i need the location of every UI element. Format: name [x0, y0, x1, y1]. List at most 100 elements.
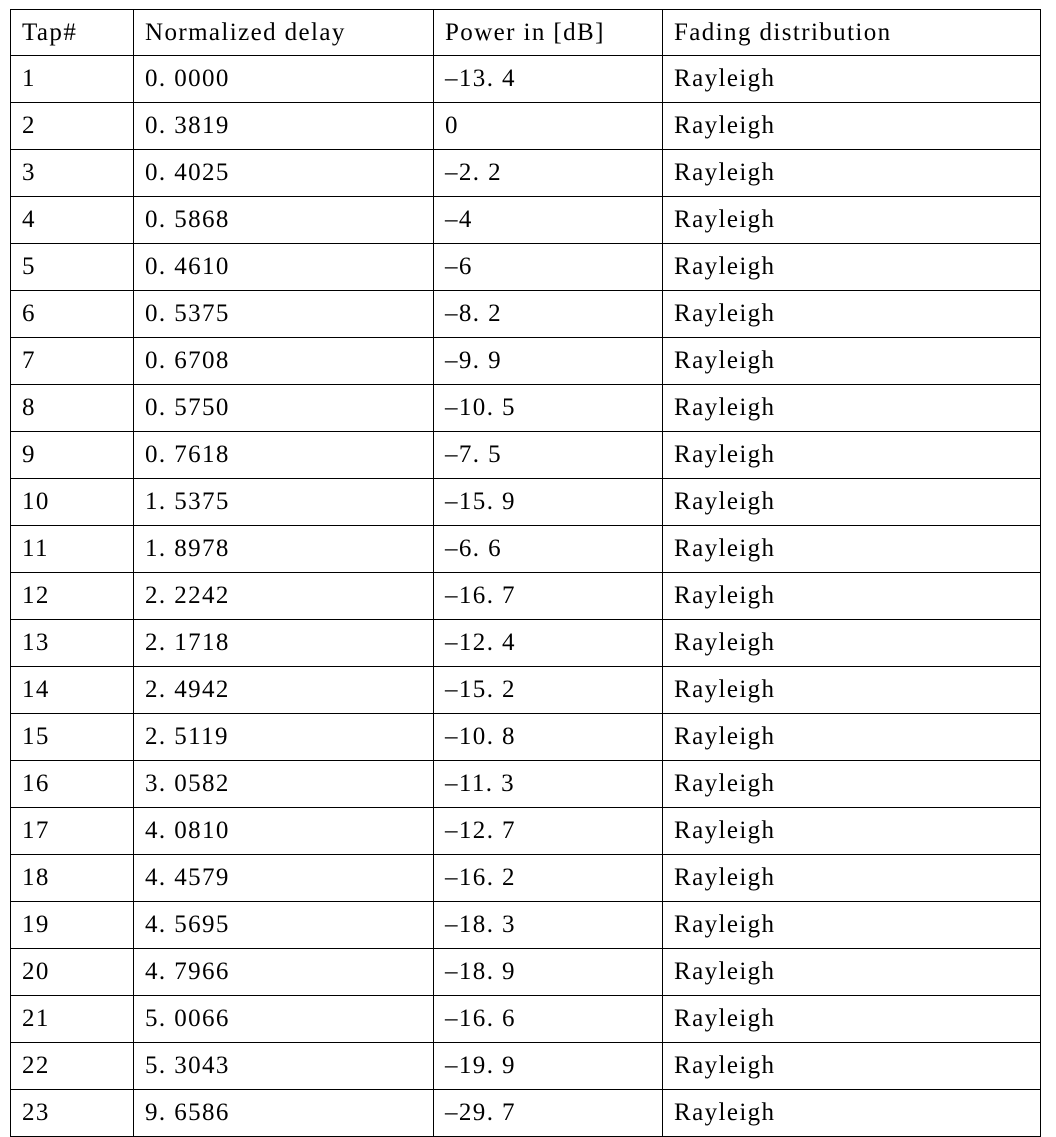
table-row: 7 0. 6708 –9. 9 Rayleigh	[10, 337, 1041, 385]
cell-tap: 12	[10, 572, 134, 620]
table-row: 17 4. 0810 –12. 7 Rayleigh	[10, 807, 1041, 855]
cell-delay: 5. 3043	[133, 1042, 434, 1090]
cell-fade: Rayleigh	[662, 243, 1041, 291]
cell-tap: 19	[10, 901, 134, 949]
table-row: 15 2. 5119 –10. 8 Rayleigh	[10, 713, 1041, 761]
cell-fade: Rayleigh	[662, 149, 1041, 197]
cell-delay: 4. 5695	[133, 901, 434, 949]
cell-power: –12. 7	[433, 807, 663, 855]
cell-fade: Rayleigh	[662, 1089, 1041, 1137]
cell-delay: 1. 8978	[133, 525, 434, 573]
table-row: 1 0. 0000 –13. 4 Rayleigh	[10, 55, 1041, 103]
column-header-power-db: Power in [dB]	[433, 9, 663, 56]
cell-fade: Rayleigh	[662, 948, 1041, 996]
cell-tap: 1	[10, 55, 134, 103]
cell-tap: 15	[10, 713, 134, 761]
column-header-normalized-delay: Normalized delay	[133, 9, 434, 56]
cell-power: –12. 4	[433, 619, 663, 667]
cell-power: –18. 9	[433, 948, 663, 996]
table-row: 20 4. 7966 –18. 9 Rayleigh	[10, 948, 1041, 996]
cell-power: –10. 5	[433, 384, 663, 432]
table-row: 8 0. 5750 –10. 5 Rayleigh	[10, 384, 1041, 432]
cell-delay: 4. 4579	[133, 854, 434, 902]
cell-fade: Rayleigh	[662, 901, 1041, 949]
cell-power: –8. 2	[433, 290, 663, 338]
table-row: 21 5. 0066 –16. 6 Rayleigh	[10, 995, 1041, 1043]
tap-delay-profile-table-container: Tap# Normalized delay Power in [dB] Fadi…	[10, 9, 1041, 1137]
cell-fade: Rayleigh	[662, 807, 1041, 855]
cell-power: –16. 6	[433, 995, 663, 1043]
cell-delay: 2. 4942	[133, 666, 434, 714]
table-row: 19 4. 5695 –18. 3 Rayleigh	[10, 901, 1041, 949]
cell-delay: 0. 5868	[133, 196, 434, 244]
cell-delay: 0. 5375	[133, 290, 434, 338]
column-header-tap: Tap#	[10, 9, 134, 56]
cell-power: –9. 9	[433, 337, 663, 385]
cell-power: –6	[433, 243, 663, 291]
cell-tap: 9	[10, 431, 134, 479]
cell-delay: 0. 4025	[133, 149, 434, 197]
cell-fade: Rayleigh	[662, 854, 1041, 902]
table-row: 18 4. 4579 –16. 2 Rayleigh	[10, 854, 1041, 902]
table-header: Tap# Normalized delay Power in [dB] Fadi…	[10, 9, 1041, 56]
table-row: 2 0. 3819 0 Rayleigh	[10, 102, 1041, 150]
table-row: 23 9. 6586 –29. 7 Rayleigh	[10, 1089, 1041, 1137]
cell-power: –19. 9	[433, 1042, 663, 1090]
cell-power: –18. 3	[433, 901, 663, 949]
cell-power: –6. 6	[433, 525, 663, 573]
cell-fade: Rayleigh	[662, 55, 1041, 103]
cell-tap: 2	[10, 102, 134, 150]
cell-delay: 0. 3819	[133, 102, 434, 150]
cell-power: –13. 4	[433, 55, 663, 103]
cell-delay: 2. 2242	[133, 572, 434, 620]
table-row: 12 2. 2242 –16. 7 Rayleigh	[10, 572, 1041, 620]
cell-power: –15. 2	[433, 666, 663, 714]
cell-fade: Rayleigh	[662, 337, 1041, 385]
cell-delay: 5. 0066	[133, 995, 434, 1043]
cell-tap: 13	[10, 619, 134, 667]
cell-tap: 11	[10, 525, 134, 573]
cell-power: 0	[433, 102, 663, 150]
cell-power: –7. 5	[433, 431, 663, 479]
table-row: 16 3. 0582 –11. 3 Rayleigh	[10, 760, 1041, 808]
cell-tap: 8	[10, 384, 134, 432]
cell-tap: 18	[10, 854, 134, 902]
cell-fade: Rayleigh	[662, 995, 1041, 1043]
cell-delay: 2. 1718	[133, 619, 434, 667]
table-row: 9 0. 7618 –7. 5 Rayleigh	[10, 431, 1041, 479]
cell-delay: 0. 5750	[133, 384, 434, 432]
table-body: 1 0. 0000 –13. 4 Rayleigh 2 0. 3819 0 Rayleigh 3…	[10, 55, 1041, 1137]
cell-tap: 3	[10, 149, 134, 197]
cell-fade: Rayleigh	[662, 431, 1041, 479]
cell-delay: 4. 0810	[133, 807, 434, 855]
cell-tap: 5	[10, 243, 134, 291]
cell-power: –16. 2	[433, 854, 663, 902]
cell-tap: 21	[10, 995, 134, 1043]
cell-delay: 4. 7966	[133, 948, 434, 996]
table-header-row: Tap# Normalized delay Power in [dB] Fadi…	[10, 9, 1041, 56]
table-row: 13 2. 1718 –12. 4 Rayleigh	[10, 619, 1041, 667]
table-row: 11 1. 8978 –6. 6 Rayleigh	[10, 525, 1041, 573]
cell-tap: 7	[10, 337, 134, 385]
cell-tap: 17	[10, 807, 134, 855]
cell-power: –15. 9	[433, 478, 663, 526]
cell-power: –16. 7	[433, 572, 663, 620]
cell-fade: Rayleigh	[662, 666, 1041, 714]
cell-delay: 1. 5375	[133, 478, 434, 526]
table-row: 5 0. 4610 –6 Rayleigh	[10, 243, 1041, 291]
cell-fade: Rayleigh	[662, 478, 1041, 526]
cell-tap: 14	[10, 666, 134, 714]
cell-fade: Rayleigh	[662, 290, 1041, 338]
cell-tap: 6	[10, 290, 134, 338]
cell-fade: Rayleigh	[662, 1042, 1041, 1090]
cell-fade: Rayleigh	[662, 196, 1041, 244]
cell-fade: Rayleigh	[662, 384, 1041, 432]
table-row: 10 1. 5375 –15. 9 Rayleigh	[10, 478, 1041, 526]
cell-power: –10. 8	[433, 713, 663, 761]
cell-tap: 23	[10, 1089, 134, 1137]
cell-fade: Rayleigh	[662, 619, 1041, 667]
tap-delay-profile-table: Tap# Normalized delay Power in [dB] Fadi…	[10, 9, 1041, 1137]
cell-power: –11. 3	[433, 760, 663, 808]
cell-delay: 0. 6708	[133, 337, 434, 385]
cell-delay: 2. 5119	[133, 713, 434, 761]
